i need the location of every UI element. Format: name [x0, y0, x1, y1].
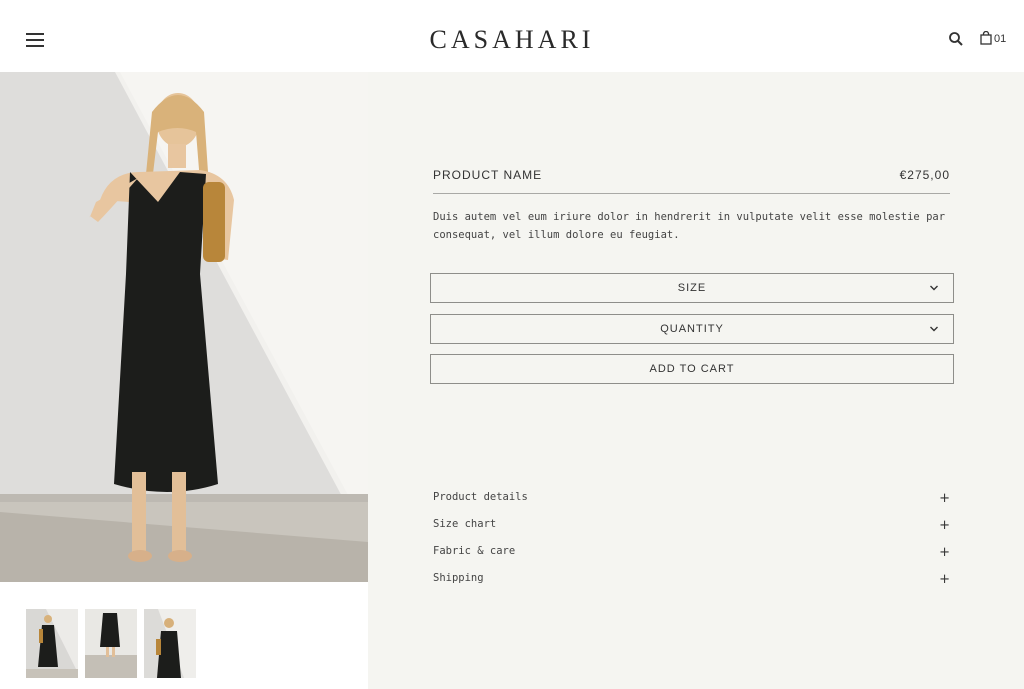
thumbnail-2[interactable]	[85, 609, 137, 678]
quantity-select[interactable]: QUANTITY	[430, 314, 954, 344]
thumbnail-strip	[26, 609, 196, 678]
brand-logo[interactable]: CASAHARI	[0, 25, 1024, 55]
thumbnail-3[interactable]	[144, 609, 196, 678]
plus-icon: +	[939, 518, 950, 533]
plus-icon: +	[939, 572, 950, 587]
plus-icon: +	[939, 545, 950, 560]
accordion-fabric-care[interactable]: Fabric & care +	[433, 544, 950, 571]
quantity-select-label: QUANTITY	[660, 323, 724, 335]
accordion-label: Fabric & care	[433, 545, 516, 557]
chevron-down-icon	[930, 326, 938, 332]
product-title-row: PRODUCT NAME €275,00	[433, 168, 950, 194]
cart-count: 01	[994, 33, 1007, 45]
accordion-label: Product details	[433, 491, 528, 503]
size-select[interactable]: SIZE	[430, 273, 954, 303]
add-to-cart-button[interactable]: ADD TO CART	[430, 354, 954, 384]
product-info-accordion: Product details + Size chart + Fabric & …	[433, 490, 950, 598]
thumbnail-1[interactable]	[26, 609, 78, 678]
accordion-product-details[interactable]: Product details +	[433, 490, 950, 517]
product-price: €275,00	[899, 168, 950, 182]
accordion-label: Shipping	[433, 572, 484, 584]
product-details-panel: PRODUCT NAME €275,00 Duis autem vel eum …	[368, 72, 1024, 689]
accordion-shipping[interactable]: Shipping +	[433, 571, 950, 598]
search-icon[interactable]	[948, 31, 964, 47]
bag-icon	[980, 30, 992, 49]
accordion-label: Size chart	[433, 518, 497, 530]
site-header: CASAHARI 01	[0, 0, 1024, 72]
plus-icon: +	[939, 491, 950, 506]
size-select-label: SIZE	[677, 282, 707, 294]
chevron-down-icon	[930, 285, 938, 291]
cart-button[interactable]: 01	[980, 30, 1006, 48]
product-description: Duis autem vel eum iriure dolor in hendr…	[433, 211, 946, 241]
accordion-size-chart[interactable]: Size chart +	[433, 517, 950, 544]
product-main-image[interactable]	[0, 72, 368, 582]
product-name: PRODUCT NAME	[433, 168, 543, 182]
